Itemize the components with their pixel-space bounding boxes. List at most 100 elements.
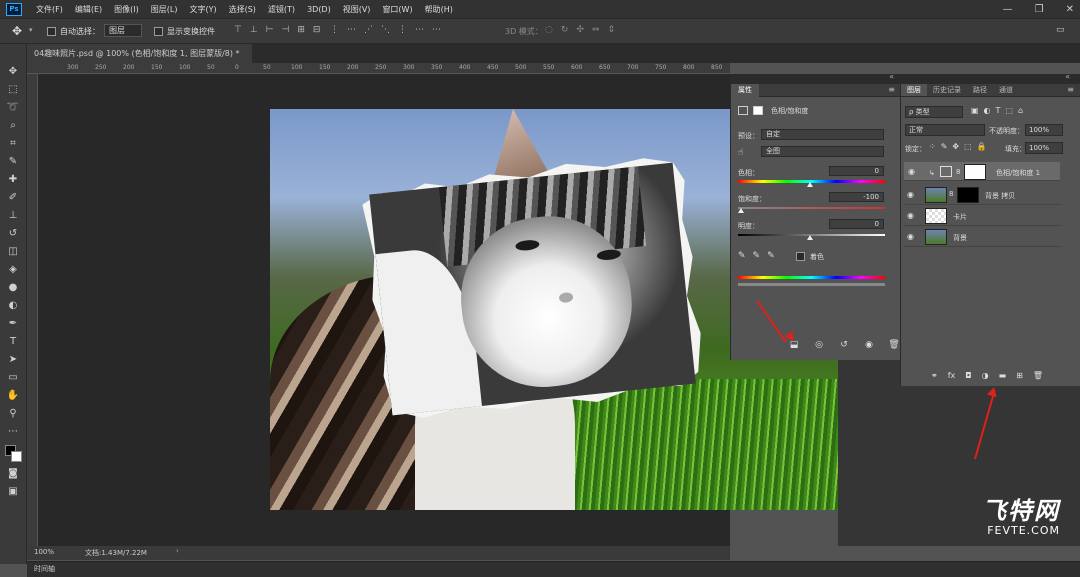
layer-name[interactable]: 色相/饱和度 1 bbox=[996, 168, 1040, 179]
distribute-icons[interactable]: ⋮⋯⋰⋱⋮⋯ bbox=[330, 25, 432, 35]
layer-row-background-copy[interactable]: ◉ 8 背景 拷贝 bbox=[903, 185, 1061, 205]
zoom-level[interactable]: 100% bbox=[34, 548, 54, 556]
shape-tool-icon[interactable]: ▭ bbox=[4, 370, 22, 386]
menu-item-layer[interactable]: 图层(L) bbox=[145, 4, 184, 15]
preset-dropdown[interactable]: 自定 bbox=[761, 129, 884, 140]
restore-icon[interactable]: ❐ bbox=[1035, 4, 1044, 15]
lightness-slider-thumb[interactable] bbox=[807, 235, 813, 240]
collapse-icon[interactable]: « bbox=[1065, 72, 1070, 81]
menu-item-edit[interactable]: 编辑(E) bbox=[69, 4, 108, 15]
layer-row-card[interactable]: ◉ 卡片 bbox=[903, 206, 1061, 226]
link-icon[interactable]: 8 bbox=[956, 167, 960, 178]
menu-item-type[interactable]: 文字(Y) bbox=[183, 4, 222, 15]
layer-name[interactable]: 背景 bbox=[953, 233, 967, 243]
saturation-slider-thumb[interactable] bbox=[738, 208, 744, 213]
lock-icons[interactable]: ⁘✎✥⬚🔒 bbox=[929, 142, 992, 151]
folder-icon[interactable]: ▬ bbox=[999, 371, 1007, 380]
saturation-input[interactable]: -100 bbox=[829, 192, 884, 202]
targeted-adjust-icon[interactable]: ☝ bbox=[738, 148, 743, 158]
background-color-swatch[interactable] bbox=[11, 451, 22, 462]
view-previous-icon[interactable]: ◎ bbox=[812, 338, 826, 352]
show-transform-checkbox[interactable] bbox=[154, 27, 163, 36]
trash-icon[interactable]: 🗑 bbox=[887, 338, 901, 352]
menu-item-help[interactable]: 帮助(H) bbox=[419, 4, 459, 15]
trash-icon[interactable]: 🗑 bbox=[1033, 371, 1043, 380]
fx-icon[interactable]: fx bbox=[948, 371, 956, 380]
hue-input[interactable]: 0 bbox=[829, 166, 884, 176]
document-tab[interactable]: 04趣味照片.psd @ 100% (色相/饱和度 1, 图层蒙版/8) * × bbox=[27, 44, 252, 77]
menu-item-select[interactable]: 选择(S) bbox=[223, 4, 262, 15]
panel-menu-icon[interactable]: ≡ bbox=[1067, 85, 1074, 94]
move-tool-icon[interactable]: ✥ bbox=[12, 24, 22, 38]
menu-item-3d[interactable]: 3D(D) bbox=[301, 5, 337, 14]
opacity-input[interactable]: 100% bbox=[1025, 124, 1063, 136]
layer-row-hue-saturation[interactable]: ◉ ↳ 8 色相/饱和度 1 bbox=[903, 161, 1061, 181]
layer-thumbnail[interactable] bbox=[925, 187, 947, 203]
minimize-icon[interactable]: — bbox=[1003, 4, 1013, 15]
link-icon[interactable]: 8 bbox=[949, 190, 953, 198]
more-icon[interactable]: ⋯ bbox=[432, 25, 441, 35]
tab-paths[interactable]: 路径 bbox=[967, 84, 993, 96]
visibility-icon[interactable]: ◉ bbox=[862, 338, 876, 352]
path-select-tool-icon[interactable]: ➤ bbox=[4, 352, 22, 368]
layer-thumbnail[interactable] bbox=[925, 208, 947, 224]
chevron-down-icon[interactable]: ▾ bbox=[29, 26, 33, 34]
eye-icon[interactable]: ◉ bbox=[908, 168, 918, 176]
lasso-tool-icon[interactable]: ➰ bbox=[4, 100, 22, 116]
layer-row-background[interactable]: ◉ 背景 bbox=[903, 227, 1061, 247]
menu-item-view[interactable]: 视图(V) bbox=[337, 4, 377, 15]
stamp-tool-icon[interactable]: ⊥ bbox=[4, 208, 22, 224]
new-layer-icon[interactable]: ⊞ bbox=[1016, 371, 1023, 380]
tab-layers[interactable]: 图层 bbox=[901, 84, 927, 96]
eyedropper-tool-icon[interactable]: ✎ bbox=[4, 154, 22, 170]
align-icons[interactable]: ⊤⊥⊢⊣⊞⊟ bbox=[234, 25, 328, 35]
type-tool-icon[interactable]: T bbox=[4, 334, 22, 350]
marquee-tool-icon[interactable]: ⬚ bbox=[4, 82, 22, 98]
tab-history[interactable]: 历史记录 bbox=[927, 84, 967, 96]
dodge-tool-icon[interactable]: ◐ bbox=[4, 298, 22, 314]
menu-item-file[interactable]: 文件(F) bbox=[30, 4, 69, 15]
reset-icon[interactable]: ↺ bbox=[837, 338, 851, 352]
history-brush-tool-icon[interactable]: ↺ bbox=[4, 226, 22, 242]
screen-mode-icon[interactable]: ▣ bbox=[4, 484, 22, 500]
menu-item-filter[interactable]: 滤镜(T) bbox=[262, 4, 301, 15]
eyedropper-icons[interactable]: ✎✎✎ bbox=[738, 251, 782, 261]
workspace-icon[interactable]: ▭ bbox=[1056, 25, 1065, 35]
blend-mode-dropdown[interactable]: 正常 bbox=[905, 124, 985, 136]
crop-tool-icon[interactable]: ⌗ bbox=[4, 136, 22, 152]
menu-item-image[interactable]: 图像(I) bbox=[108, 4, 145, 15]
adjustment-icon[interactable]: ◑ bbox=[982, 371, 989, 380]
auto-select-checkbox[interactable] bbox=[47, 27, 56, 36]
healing-tool-icon[interactable]: ✚ bbox=[4, 172, 22, 188]
collapse-icon[interactable]: « bbox=[889, 72, 894, 81]
more-tools-icon[interactable]: ⋯ bbox=[4, 424, 22, 440]
paint-bucket-tool-icon[interactable]: ◈ bbox=[4, 262, 22, 278]
panel-menu-icon[interactable]: ≡ bbox=[888, 85, 895, 94]
layer-thumbnail[interactable] bbox=[925, 229, 947, 245]
layer-filter-dropdown[interactable]: ρ 类型 bbox=[905, 106, 963, 118]
fill-input[interactable]: 100% bbox=[1025, 142, 1063, 154]
link-icon[interactable]: ⚭ bbox=[931, 371, 938, 380]
blur-tool-icon[interactable]: ● bbox=[4, 280, 22, 296]
eye-icon[interactable]: ◉ bbox=[907, 191, 917, 199]
tab-channels[interactable]: 通道 bbox=[993, 84, 1019, 96]
zoom-tool-icon[interactable]: ⚲ bbox=[4, 406, 22, 422]
mask-icon[interactable] bbox=[753, 106, 763, 115]
eye-icon[interactable]: ◉ bbox=[907, 233, 917, 241]
filter-icons[interactable]: ▣◐T⬚⌂ bbox=[971, 106, 1028, 115]
3d-tool-icons[interactable]: ◌↻✣⇔⇕ bbox=[545, 25, 623, 35]
close-icon[interactable]: ✕ bbox=[1066, 4, 1074, 15]
tab-properties[interactable]: 属性 bbox=[731, 84, 759, 97]
lightness-input[interactable]: 0 bbox=[829, 219, 884, 229]
layer-name[interactable]: 背景 拷贝 bbox=[985, 191, 1015, 201]
colorize-checkbox[interactable] bbox=[796, 252, 805, 261]
auto-select-dropdown[interactable]: 图层 bbox=[104, 24, 142, 37]
eraser-tool-icon[interactable]: ◫ bbox=[4, 244, 22, 260]
hue-slider-thumb[interactable] bbox=[807, 182, 813, 187]
status-chevron-icon[interactable]: › bbox=[176, 547, 179, 555]
mask-icon[interactable]: ◘ bbox=[965, 371, 971, 380]
brush-tool-icon[interactable]: ✐ bbox=[4, 190, 22, 206]
timeline-panel-tab[interactable]: 时间轴 bbox=[27, 561, 1080, 577]
layer-name[interactable]: 卡片 bbox=[953, 212, 967, 222]
layer-mask-thumbnail[interactable] bbox=[964, 164, 986, 180]
